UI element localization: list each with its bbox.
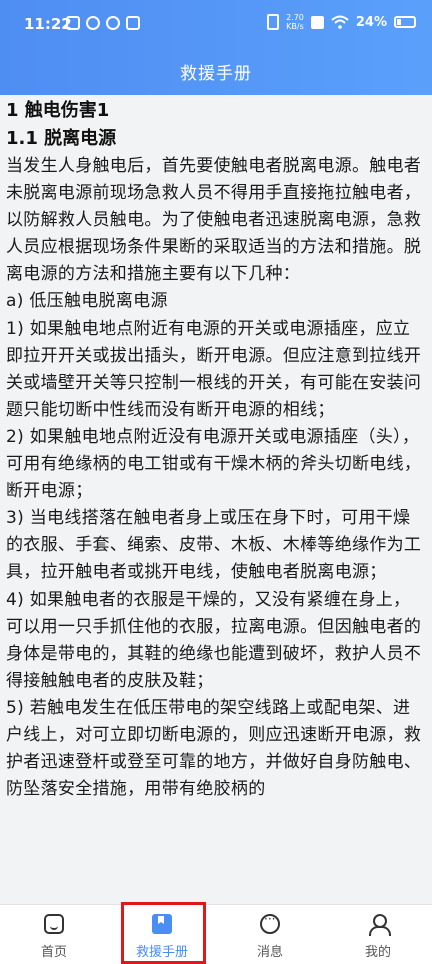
tab-profile[interactable]: 我的 xyxy=(324,905,432,964)
paragraph: 5) 若触电发生在低压带电的架空线路上或配电架、进户线上，对可立即切断电源的，则… xyxy=(6,697,422,800)
bottom-nav: 首页 救援手册 消息 我的 xyxy=(0,904,432,964)
net-speed: 2.70 KB/s xyxy=(286,13,304,31)
app-notification-icon xyxy=(126,16,140,30)
manual-content[interactable]: 1 触电伤害1 1.1 脱离电源 当发生人身触电后，首先要使触电者脱离电源。触电… xyxy=(0,95,432,904)
battery-icon xyxy=(394,16,416,28)
wifi-icon xyxy=(331,15,349,29)
home-icon xyxy=(44,914,64,934)
highlight-box xyxy=(121,902,206,964)
user-icon xyxy=(368,914,391,936)
paragraph: a) 低压触电脱离电源 xyxy=(6,291,168,312)
paragraph: 4) 如果触电者的衣服是干燥的，又没有紧缠在身上，可以用一只手抓住他的衣服，拉离… xyxy=(6,589,422,691)
paragraph: 3) 当电线搭落在触电者身上或压在身下时，可用干燥的衣服、手套、绳索、皮带、木板… xyxy=(6,508,422,583)
tab-label: 我的 xyxy=(364,945,391,960)
status-bar: 11:22 2.70 KB/s 24% xyxy=(0,0,432,48)
page-title: 救援手册 xyxy=(180,64,252,84)
paragraph: 当发生人身触电后，首先要使触电者脱离电源。触电者未脱离电源前现场急救人员不得用手… xyxy=(6,156,422,285)
tab-messages[interactable]: 消息 xyxy=(216,905,324,964)
message-icon xyxy=(260,912,280,934)
section-heading: 1 触电伤害1 xyxy=(6,100,110,121)
tab-label: 首页 xyxy=(40,945,67,960)
subsection-heading: 1.1 脱离电源 xyxy=(6,128,117,149)
app-header: 11:22 2.70 KB/s 24% 救援手册 xyxy=(0,0,432,95)
battery-percent: 24% xyxy=(355,14,387,30)
status-time: 11:22 xyxy=(24,15,72,33)
tab-home[interactable]: 首页 xyxy=(0,905,108,964)
vibrate-icon xyxy=(267,14,280,30)
sim-icon xyxy=(310,15,324,29)
paragraph: 1) 如果触电地点附近有电源的开关或电源插座，应立即拉开开关或拔出插头，断开电源… xyxy=(6,318,422,420)
tab-label: 消息 xyxy=(256,945,283,960)
app-notification-icon xyxy=(106,16,120,30)
notification-icon xyxy=(66,16,80,30)
paragraph: 2) 如果触电地点附近没有电源开关或电源插座（头），可用有绝缘柄的电工钳或有干燥… xyxy=(6,426,422,502)
app-notification-icon xyxy=(86,16,100,30)
